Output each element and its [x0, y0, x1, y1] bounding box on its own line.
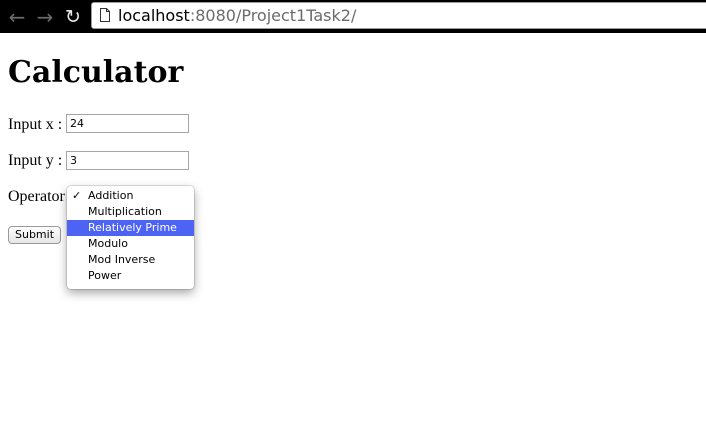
input-y-field[interactable]: 3	[66, 151, 189, 170]
operator-label: Operator	[8, 188, 65, 205]
menu-item-mod-inverse[interactable]: Mod Inverse	[67, 252, 194, 268]
back-arrow-icon[interactable]: ←	[6, 6, 28, 28]
menu-item-label: Power	[88, 269, 122, 282]
menu-item-label: Multiplication	[88, 205, 162, 218]
reload-icon[interactable]: ↻	[62, 6, 84, 28]
menu-item-power[interactable]: Power	[67, 268, 194, 284]
url-text: localhost:8080/Project1Task2/	[118, 5, 356, 27]
url-path: :8080/Project1Task2/	[189, 6, 357, 25]
page-title: Calculator	[8, 55, 184, 90]
menu-item-modulo[interactable]: Modulo	[67, 236, 194, 252]
forward-arrow-icon[interactable]: →	[34, 6, 56, 28]
menu-item-label: Modulo	[88, 237, 128, 250]
input-x-label: Input x :	[8, 116, 63, 133]
checkmark-icon: ✓	[72, 189, 82, 202]
address-bar[interactable]: localhost:8080/Project1Task2/	[91, 2, 706, 29]
url-host: localhost	[118, 6, 190, 25]
menu-item-label: Relatively Prime	[88, 221, 177, 234]
input-x-field[interactable]: 24	[66, 114, 189, 133]
menu-item-multiplication[interactable]: Multiplication	[67, 204, 194, 220]
input-y-label: Input y :	[8, 152, 63, 169]
menu-item-label: Mod Inverse	[88, 253, 156, 266]
menu-item-addition[interactable]: ✓ Addition	[67, 188, 194, 204]
menu-item-label: Addition	[88, 189, 134, 202]
menu-item-relatively-prime[interactable]: Relatively Prime	[67, 220, 194, 236]
submit-button[interactable]: Submit	[8, 226, 61, 244]
operator-dropdown-menu[interactable]: ✓ Addition Multiplication Relatively Pri…	[67, 186, 194, 289]
browser-toolbar: ← → ↻ localhost:8080/Project1Task2/	[0, 0, 706, 33]
page-icon	[100, 8, 110, 22]
